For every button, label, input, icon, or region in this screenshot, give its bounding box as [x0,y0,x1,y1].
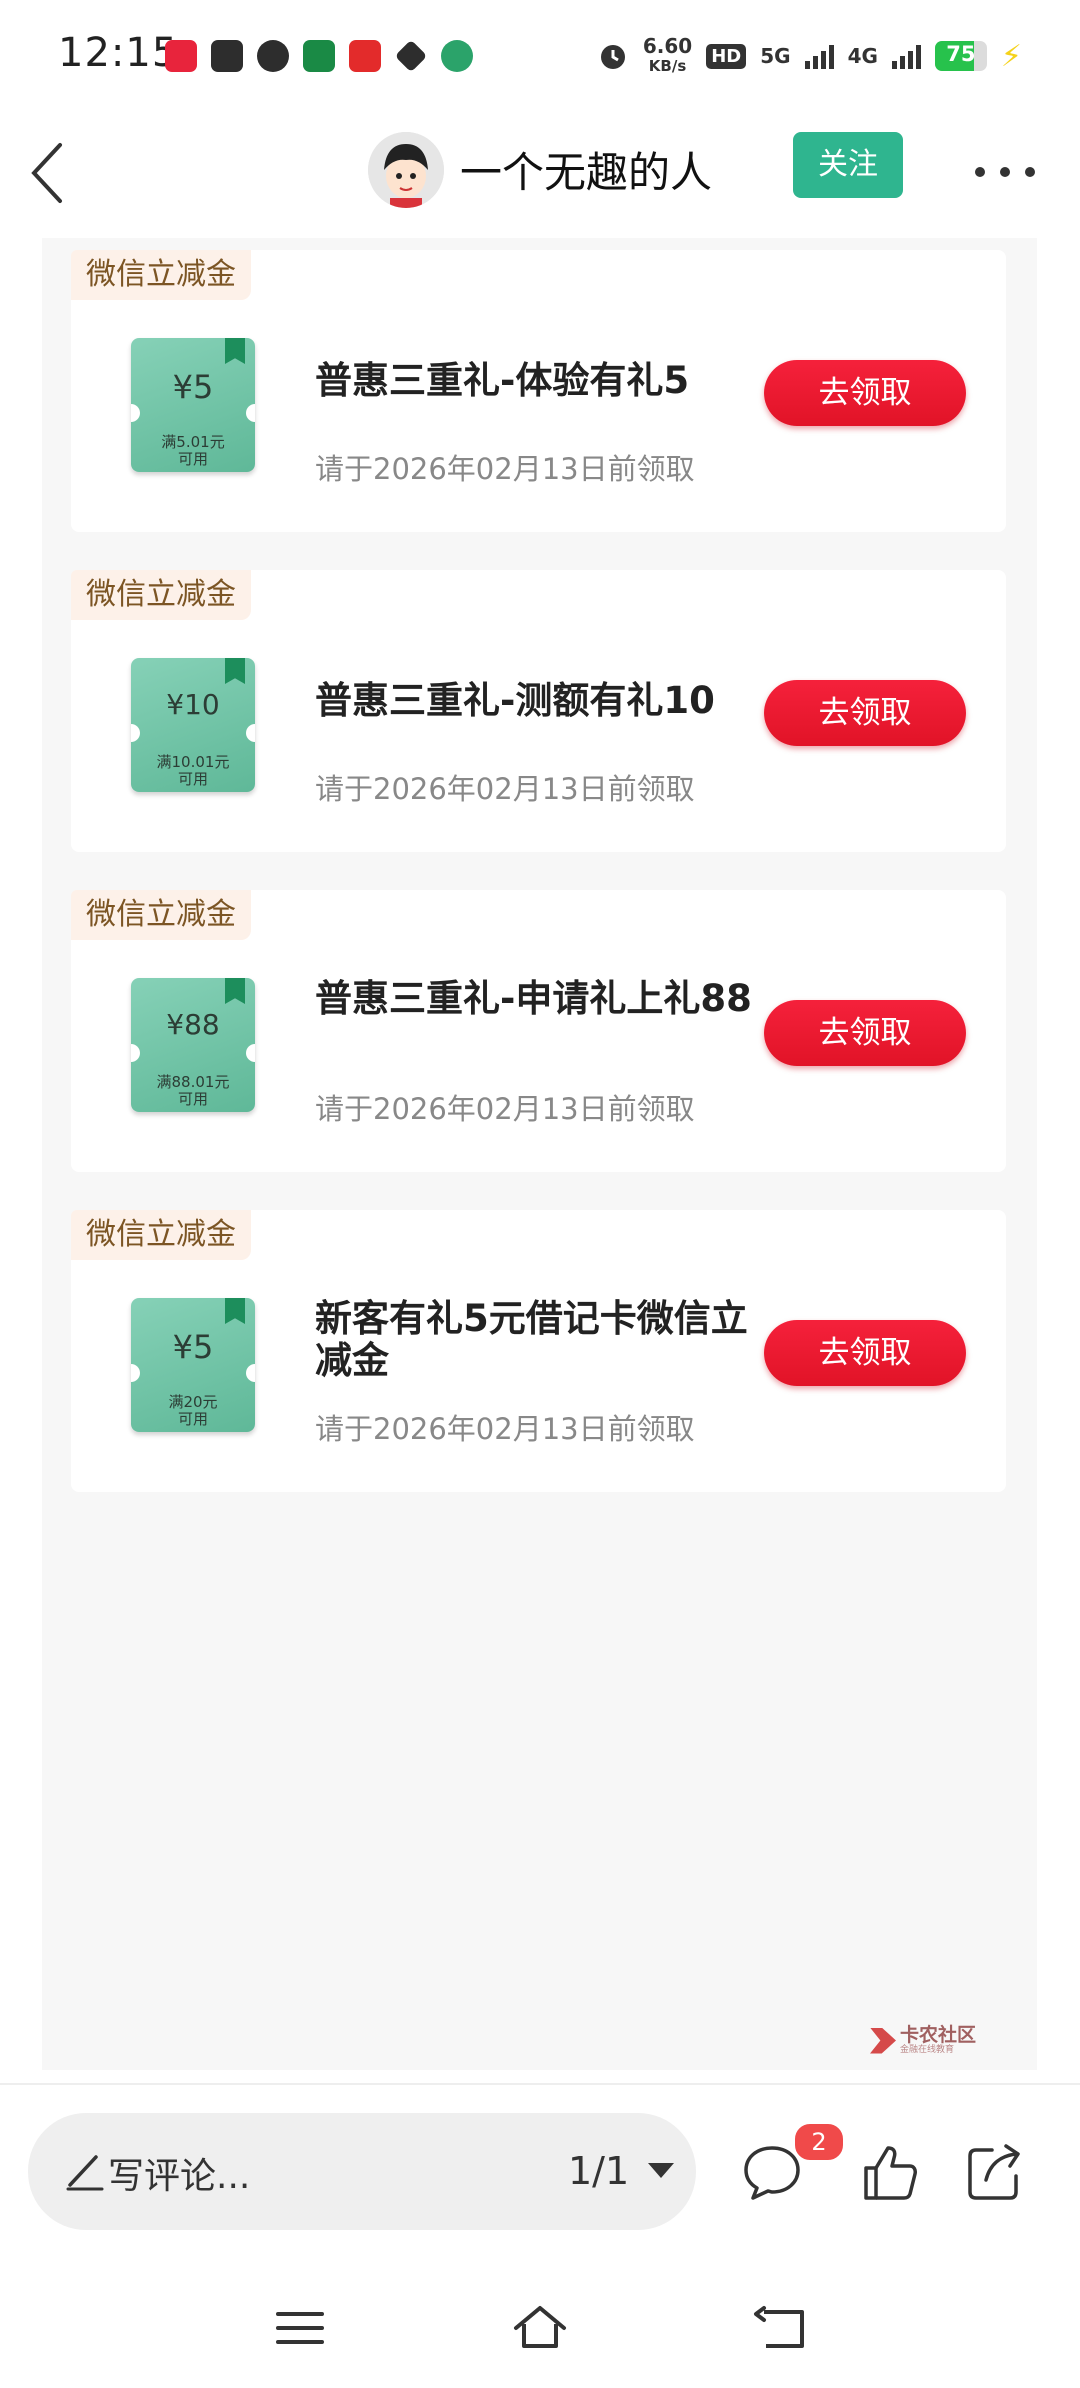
coupon-card: 微信立减金 ¥5 满5.01元 可用 普惠三重礼-体验有礼5 请于2026年02… [71,250,1006,532]
voucher-amount: ¥5 [172,1328,214,1366]
follow-button[interactable]: 关注 [793,132,903,198]
kanong-logo-icon [870,2027,896,2054]
condition-line: 可用 [177,1410,208,1428]
voucher-condition: 满88.01元 可用 [131,1074,255,1108]
coupon-title: 普惠三重礼-申请礼上礼88 [315,977,752,1020]
claim-button[interactable]: 去领取 [764,1320,966,1386]
header: 一个无趣的人 关注 [0,115,1080,230]
back-nav-icon[interactable] [750,2298,810,2358]
coupon-title: 普惠三重礼-测额有礼10 [315,679,715,722]
network-5g: 5G [760,44,791,68]
coupon-tag: 微信立减金 [71,250,251,300]
coupon-card: 微信立减金 ¥88 满88.01元 可用 普惠三重礼-申请礼上礼88 请于202… [71,890,1006,1172]
alarm-icon [600,45,625,69]
claim-button[interactable]: 去领取 [764,1000,966,1066]
message-icon [257,40,289,72]
signal-icon-2 [891,43,921,69]
comment-input[interactable]: 写评论... 1/1 [28,2113,696,2230]
condition-line: 满5.01元 [161,433,225,451]
claim-button[interactable]: 去领取 [764,680,966,746]
battery-level: 75 [946,42,976,66]
chevron-left-icon [31,143,62,203]
page-indicator[interactable]: 1/1 [568,2149,629,2193]
watermark: 卡农社区 金融在线教育 [870,2025,976,2056]
dot-icon [1000,167,1010,177]
voucher-amount: ¥5 [172,368,214,406]
author-name[interactable]: 一个无趣的人 [460,139,712,200]
watermark-name: 卡农社区 [900,2024,977,2046]
coupon-deadline: 请于2026年02月13日前领取 [315,1412,695,1446]
ribbon-icon [225,1298,245,1324]
diamond-icon [394,39,428,73]
voucher-icon: ¥5 满20元 可用 [131,1298,255,1432]
post-content: 微信立减金 ¥5 满5.01元 可用 普惠三重礼-体验有礼5 请于2026年02… [42,238,1037,2070]
voucher-icon: ¥5 满5.01元 可用 [131,338,255,472]
coupon-deadline: 请于2026年02月13日前领取 [315,772,695,806]
more-options-button[interactable] [975,160,1035,184]
coupon-title: 新客有礼5元借记卡微信立减金 [315,1297,748,1382]
status-bar: 12:15 6.60 KB/s HD 5G 4G 75 ⚡ [0,0,1080,115]
coupon-deadline: 请于2026年02月13日前领取 [315,1092,695,1126]
signal-icon [804,43,834,69]
ribbon-icon [225,978,245,1004]
voucher-icon: ¥10 满10.01元 可用 [131,658,255,792]
coupon-card: 微信立减金 ¥5 满20元 可用 新客有礼5元借记卡微信立减金 请于2026年0… [71,1210,1006,1492]
pencil-icon [66,2155,104,2191]
watermark-text: 卡农社区 金融在线教育 [900,2025,976,2056]
thumbs-up-icon[interactable] [858,2140,922,2204]
condition-line: 满10.01元 [156,753,230,771]
coupon-tag: 微信立减金 [71,1210,251,1260]
ribbon-icon [225,338,245,364]
alipay-icon [211,40,243,72]
comment-placeholder: 写评论... [108,2156,251,2197]
coupon-tag: 微信立减金 [71,570,251,620]
status-indicators: 6.60 KB/s HD 5G 4G 75 ⚡ [597,36,1022,76]
condition-line: 可用 [177,1090,208,1108]
coupon-title: 普惠三重礼-体验有礼5 [315,359,690,402]
charging-icon: ⚡ [1000,38,1022,74]
bank-icon [303,40,335,72]
share-icon[interactable] [962,2140,1026,2204]
divider [0,2083,1080,2085]
home-icon[interactable] [510,2298,570,2358]
condition-line: 可用 [177,450,208,468]
coupon-deadline: 请于2026年02月13日前领取 [315,452,695,486]
coupon-card: 微信立减金 ¥10 满10.01元 可用 普惠三重礼-测额有礼10 请于2026… [71,570,1006,852]
speed-unit: KB/s [648,57,687,75]
voucher-amount: ¥88 [166,1008,220,1041]
menu-icon[interactable] [270,2298,330,2358]
voucher-condition: 满5.01元 可用 [131,434,255,468]
condition-line: 满88.01元 [156,1073,230,1091]
voucher-condition: 满20元 可用 [131,1394,255,1428]
network-speed: 6.60 KB/s [643,36,692,76]
condition-line: 可用 [177,770,208,788]
watermark-sub: 金融在线教育 [900,2045,955,2055]
back-button[interactable] [24,137,84,207]
voucher-condition: 满10.01元 可用 [131,754,255,788]
condition-line: 满20元 [168,1393,218,1411]
pinduoduo-icon [165,40,197,72]
dot-icon [975,167,985,177]
rmb-icon [441,40,473,72]
status-time: 12:15 [58,30,179,76]
coupon-tag: 微信立减金 [71,890,251,940]
ribbon-icon [225,658,245,684]
avatar[interactable] [368,132,444,208]
cartoon-avatar-icon [368,132,444,208]
caret-down-icon[interactable] [648,2163,674,2178]
voucher-icon: ¥88 满88.01元 可用 [131,978,255,1112]
battery-icon: 75 [934,41,987,71]
voucher-amount: ¥10 [166,688,220,721]
network-4g: 4G [847,44,878,68]
hd-icon: HD [706,43,747,69]
red-app-icon [349,40,381,72]
system-nav-bar [0,2270,1080,2388]
claim-button[interactable]: 去领取 [764,360,966,426]
comment-count-badge: 2 [792,2121,846,2163]
notification-icons [165,39,473,73]
dot-icon [1025,167,1035,177]
speed-value: 6.60 [642,34,693,58]
